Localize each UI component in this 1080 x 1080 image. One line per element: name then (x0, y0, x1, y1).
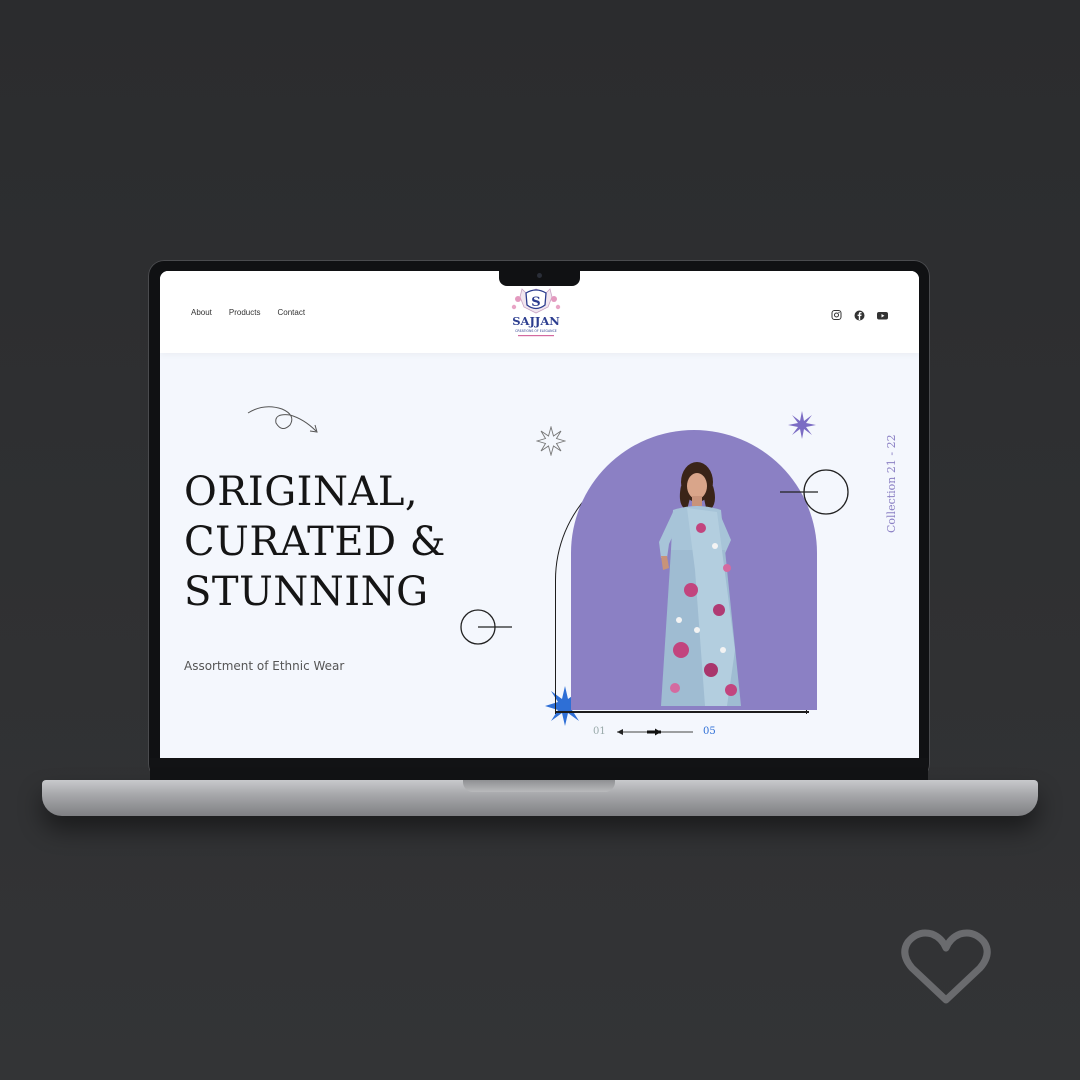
nav-products-link[interactable]: Products (229, 308, 261, 317)
facebook-icon[interactable] (853, 308, 866, 321)
prev-arrow-icon[interactable] (617, 729, 623, 735)
saree-model-image (659, 462, 741, 706)
slide-current: 01 (593, 726, 606, 737)
laptop-opening-notch (463, 780, 615, 792)
arch-baseline (555, 711, 809, 713)
logo-letter: S (531, 295, 540, 310)
slider-arrows[interactable] (615, 726, 695, 738)
hero-title-line-3: STUNNING (184, 569, 429, 615)
logo-tagline: CREATIONS OF ELEGANCE (515, 329, 557, 333)
social-links (830, 308, 889, 321)
circle-line-doodle-left (460, 609, 512, 645)
hero-title: ORIGINAL, CURATED & STUNNING (184, 467, 484, 617)
curly-arrow-doodle (247, 406, 318, 433)
circle-line-doodle-right (780, 469, 849, 515)
logo-brand: SAJJAN (512, 314, 560, 328)
logo-emblem: S SAJJAN CREATIONS OF ELEGANCE (511, 288, 560, 337)
hero-subtitle: Assortment of Ethnic Wear (184, 659, 345, 673)
collection-label: Collection 21 - 22 (885, 434, 898, 533)
nav-contact-link[interactable]: Contact (277, 308, 305, 317)
webcam (537, 273, 542, 278)
instagram-icon[interactable] (830, 308, 843, 320)
next-arrow-icon[interactable] (655, 728, 661, 736)
youtube-icon[interactable] (876, 308, 889, 320)
hero-title-line-2: CURATED & (184, 519, 446, 565)
nav-about-link[interactable]: About (191, 308, 212, 317)
screen-bottom-bezel (150, 758, 928, 780)
mockup-stage: About Products Contact S SAJJAN CREATION… (0, 0, 1080, 1080)
laptop-screen: About Products Contact S SAJJAN CREATION… (160, 271, 919, 758)
hero-title-line-1: ORIGINAL, (184, 469, 419, 515)
heart-icon[interactable] (898, 926, 994, 1008)
slide-total: 05 (703, 726, 716, 737)
sajjan-logo[interactable]: S SAJJAN CREATIONS OF ELEGANCE (504, 285, 568, 347)
main-nav: About Products Contact (191, 308, 305, 317)
